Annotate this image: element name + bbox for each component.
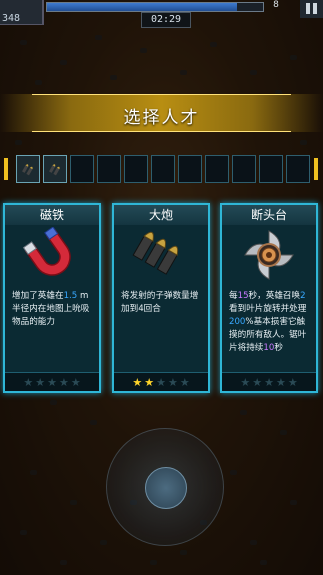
talent-slot-empty [151, 155, 175, 183]
enemy-bug-icon [150, 560, 157, 565]
card-description: 将发射的子弹数量增加到4回合 [121, 290, 203, 316]
enemy-bug-icon [280, 430, 287, 435]
enemy-bug-icon [300, 140, 307, 145]
health-bar [46, 2, 264, 12]
health-bar-fill [47, 3, 238, 11]
talent-slot-empty [70, 155, 94, 183]
star-icon: ★ [144, 375, 155, 389]
enemy-bug-icon [110, 75, 117, 80]
star-icon: ★ [70, 375, 81, 389]
description-fragment: 每 [229, 291, 238, 301]
score-value: 348 [2, 13, 21, 24]
enemy-bug-icon [15, 140, 22, 145]
star-icon: ★ [287, 375, 298, 389]
star-icon: ★ [23, 375, 34, 389]
star-icon: ★ [264, 375, 274, 389]
bullets-icon [49, 164, 60, 176]
enemy-bug-icon [240, 410, 247, 415]
card-title: 大炮 [114, 205, 208, 225]
talent-slot-empty [259, 155, 283, 183]
enemy-bug-icon [210, 42, 217, 47]
enemy-bug-icon [60, 560, 67, 565]
enemy-bug-icon [20, 530, 27, 535]
description-fragment: 将发射的子弹数量增加到4回合 [121, 291, 199, 314]
card-description: 每15秒，英雄召唤2看到叶片旋转并处理200%基本损害它触摸的所有敌人。锯叶片将… [229, 290, 311, 355]
enemy-bug-icon [30, 470, 37, 475]
star-icon: ★ [58, 375, 69, 389]
enemy-bug-icon [95, 35, 102, 40]
star-icon: ★ [132, 375, 143, 389]
virtual-joystick[interactable] [106, 428, 224, 546]
talent-slot-row [4, 155, 318, 185]
enemy-bug-icon [35, 80, 42, 85]
spinning-blade-icon [244, 230, 294, 280]
star-icon: ★ [156, 375, 166, 389]
star-icon: ★ [167, 375, 178, 389]
talent-slot-empty [97, 155, 121, 183]
enemy-bug-icon [90, 420, 97, 425]
card-star-rating: ★ ★ ★ ★ ★ [222, 372, 316, 391]
selection-banner: 选择人才 [0, 94, 323, 132]
card-title: 断头台 [222, 205, 316, 225]
talent-card-magnet[interactable]: 磁铁 增加了英雄在1.5 m半径内在地图上吮吸物品的能力 ★ ★ ★ ★ ★ [3, 203, 101, 393]
enemy-bug-icon [180, 70, 187, 75]
slot-bracket-left [4, 158, 8, 180]
talent-slot-filled [16, 155, 40, 183]
card-star-rating: ★ ★ ★ ★ ★ [114, 372, 208, 391]
enemy-bug-icon [250, 540, 257, 545]
cannon-shells-icon [132, 231, 179, 275]
star-icon: ★ [275, 375, 286, 389]
talent-card-guillotine[interactable]: 断头台 每15秒，英雄召唤2看到叶片旋转并处理200%基本损害它触摸的所有敌人。… [220, 203, 318, 393]
enemy-bug-icon [60, 60, 67, 65]
score-panel: 348 [0, 0, 44, 25]
talent-card-cannon[interactable]: 大炮 将发射的子弹数量增加到4回合 ★ ★ ★ ★ ★ [112, 203, 210, 393]
card-title: 磁铁 [5, 205, 99, 225]
star-icon: ★ [240, 375, 251, 389]
talent-slot-empty [205, 155, 229, 183]
enemy-bug-icon [250, 70, 257, 75]
talent-slot-empty [232, 155, 256, 183]
banner-title: 选择人才 [123, 108, 200, 128]
star-icon: ★ [252, 375, 263, 389]
enemy-bug-icon [260, 560, 267, 565]
star-icon: ★ [179, 375, 190, 389]
talent-slot-empty [286, 155, 310, 183]
description-fragment: 200 [229, 317, 246, 327]
talent-slot-filled [43, 155, 67, 183]
description-fragment: 秒 [274, 343, 283, 353]
enemy-bug-icon [180, 550, 187, 555]
enemy-bug-icon [230, 470, 237, 475]
description-fragment: 1.5 [63, 291, 78, 301]
enemy-bug-icon [70, 500, 77, 505]
enemy-bug-icon [20, 40, 27, 45]
star-icon: ★ [47, 375, 57, 389]
enemy-bug-icon [290, 55, 297, 60]
joystick-knob[interactable] [145, 467, 187, 509]
magnet-icon [22, 227, 71, 276]
description-fragment: 秒，英雄召唤 [248, 291, 301, 301]
star-icon: ★ [35, 375, 46, 389]
talent-slot-empty [124, 155, 148, 183]
wave-counter: 8 [273, 0, 279, 10]
enemy-bug-icon [140, 48, 147, 53]
enemy-bug-icon [100, 540, 107, 545]
enemy-bug-icon [290, 500, 297, 505]
game-timer: 02:29 [141, 12, 191, 28]
bullets-icon [22, 164, 33, 176]
description-fragment: 看到叶片旋转并处理 [229, 304, 307, 314]
card-description: 增加了英雄在1.5 m半径内在地图上吮吸物品的能力 [12, 290, 94, 329]
description-fragment: 15 [237, 291, 249, 301]
pause-button[interactable] [300, 0, 323, 18]
enemy-bug-icon [50, 400, 57, 405]
card-star-rating: ★ ★ ★ ★ ★ [5, 372, 99, 391]
description-fragment: 2 [300, 291, 306, 301]
slot-bracket-right [314, 158, 318, 180]
talent-slot-empty [178, 155, 202, 183]
description-fragment: 10 [263, 343, 275, 353]
description-fragment: 增加了英雄在 [12, 291, 64, 301]
